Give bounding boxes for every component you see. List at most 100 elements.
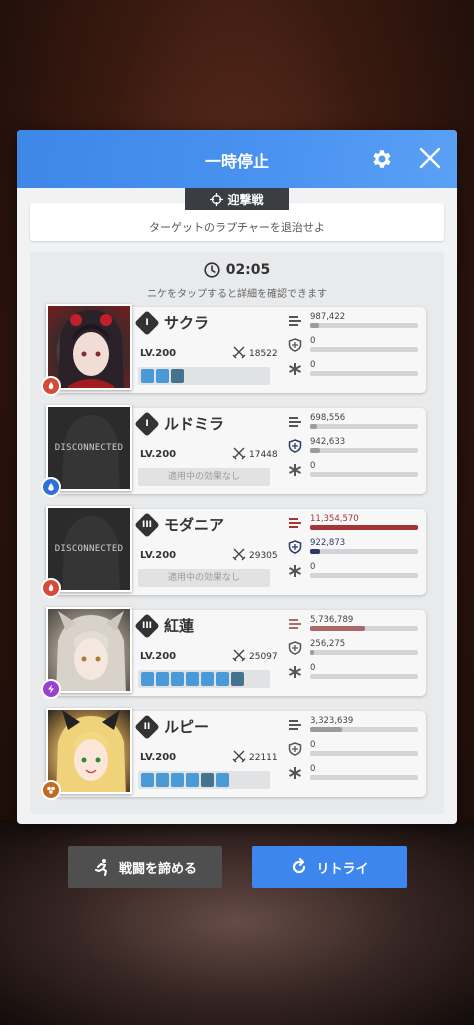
character-level: LV.200 — [140, 449, 177, 460]
heal-value: 0 — [310, 663, 316, 673]
close-icon[interactable] — [417, 145, 443, 171]
portrait[interactable] — [46, 607, 132, 693]
portrait[interactable]: DISCONNECTED — [46, 506, 132, 592]
shield-value: 256,275 — [310, 639, 346, 649]
character-level: LV.200 — [140, 348, 177, 359]
damage-bar — [310, 626, 418, 631]
shield-bar — [310, 650, 418, 655]
damage-value: 698,556 — [310, 413, 346, 423]
character-name: ルピー — [164, 718, 210, 736]
heal-bar — [310, 674, 418, 679]
buff-icon — [216, 672, 229, 686]
buff-row — [138, 771, 270, 789]
shield-value: 0 — [310, 336, 316, 346]
damage-value: 11,354,570 — [310, 514, 359, 524]
buff-icon — [171, 672, 184, 686]
damage-bar — [310, 727, 418, 732]
buff-row — [138, 670, 270, 688]
shield-bar — [310, 448, 418, 453]
buff-icon — [156, 369, 169, 383]
heal-value: 0 — [310, 461, 316, 471]
shield-icon — [288, 338, 302, 352]
buff-icon — [141, 672, 154, 686]
character-art — [56, 710, 126, 792]
heal-bar — [310, 371, 418, 376]
character-name: サクラ — [164, 314, 210, 332]
buff-icon — [186, 773, 199, 787]
shield-bar — [310, 751, 418, 756]
element-icon — [41, 578, 61, 598]
shield-value: 922,873 — [310, 538, 346, 548]
buff-icon — [201, 773, 214, 787]
character-card[interactable]: III 紅蓮 LV.200 25097 5,736,789 256,275 0 — [41, 607, 426, 699]
heal-icon — [289, 565, 301, 577]
retry-label: リトライ — [316, 861, 369, 877]
timer: 02:05 — [30, 262, 444, 278]
give-up-button[interactable]: 戦闘を諦める — [68, 846, 222, 888]
shield-icon — [288, 540, 302, 554]
shield-value: 0 — [310, 740, 316, 750]
attack-value: 22111 — [249, 753, 278, 763]
buff-status: 適用中の効果なし — [138, 569, 270, 587]
character-level: LV.200 — [140, 550, 177, 561]
character-name: モダニア — [164, 516, 225, 534]
element-icon — [41, 679, 61, 699]
disconnected-label: DISCONNECTED — [54, 544, 124, 554]
damage-bar — [310, 424, 418, 429]
crosshair-icon — [210, 192, 224, 206]
disconnected-label: DISCONNECTED — [54, 443, 124, 453]
stats-panel: 02:05 ニケをタップすると詳細を確認できます I サクラ LV.200 18… — [30, 252, 444, 814]
element-icon — [41, 477, 61, 497]
attack-value: 29305 — [249, 551, 278, 561]
burst-level: I — [145, 318, 149, 328]
retry-icon — [293, 858, 306, 874]
mode-tag: 迎撃戦 — [185, 188, 289, 210]
shield-bar — [310, 549, 418, 554]
pause-dialog: 一時停止 迎撃戦 ターゲットのラプチャーを退治せよ 02:05 ニケをタップする… — [17, 130, 457, 824]
character-level: LV.200 — [140, 752, 177, 763]
running-icon — [94, 859, 107, 876]
portrait[interactable] — [46, 304, 132, 390]
attack-icon — [232, 649, 246, 662]
burst-level: III — [141, 621, 153, 631]
buff-icon — [186, 672, 199, 686]
buff-status: 適用中の効果なし — [138, 468, 270, 486]
hint-text: ニケをタップすると詳細を確認できます — [147, 289, 327, 300]
burst-level: II — [143, 722, 151, 732]
shield-icon — [288, 641, 302, 655]
character-art — [56, 611, 126, 691]
element-icon — [41, 376, 61, 396]
shield-value: 942,633 — [310, 437, 346, 447]
retry-button[interactable]: リトライ — [252, 846, 407, 888]
attack-value: 18522 — [249, 349, 278, 359]
gear-icon[interactable] — [370, 147, 394, 171]
attack-value: 25097 — [249, 652, 278, 662]
buff-icon — [141, 369, 154, 383]
heal-bar — [310, 573, 418, 578]
timer-value: 02:05 — [225, 262, 271, 278]
damage-icon — [289, 518, 301, 528]
damage-bar — [310, 323, 418, 328]
shield-icon — [288, 439, 302, 453]
character-card[interactable]: DISCONNECTED III モダニア LV.200 29305 適用中の効… — [41, 506, 426, 598]
heal-icon — [289, 464, 301, 476]
character-card[interactable]: I サクラ LV.200 18522 987,422 0 0 — [41, 304, 426, 396]
give-up-label: 戦闘を諦める — [118, 861, 197, 877]
damage-icon — [289, 417, 301, 427]
character-name: ルドミラ — [164, 415, 225, 433]
heal-icon — [289, 363, 301, 375]
portrait[interactable] — [46, 708, 132, 794]
character-card[interactable]: II ルピー LV.200 22111 3,323,639 0 0 — [41, 708, 426, 800]
buff-icon — [231, 672, 244, 686]
portrait[interactable]: DISCONNECTED — [46, 405, 132, 491]
character-card[interactable]: DISCONNECTED I ルドミラ LV.200 17448 適用中の効果な… — [41, 405, 426, 497]
shield-icon — [288, 742, 302, 756]
shield-bar — [310, 347, 418, 352]
damage-icon — [289, 720, 301, 730]
objective-text: ターゲットのラプチャーを退治せよ — [149, 221, 325, 234]
character-art — [58, 310, 124, 388]
heal-icon — [289, 666, 301, 678]
attack-value: 17448 — [249, 450, 278, 460]
damage-bar — [310, 525, 418, 530]
heal-value: 0 — [310, 562, 316, 572]
